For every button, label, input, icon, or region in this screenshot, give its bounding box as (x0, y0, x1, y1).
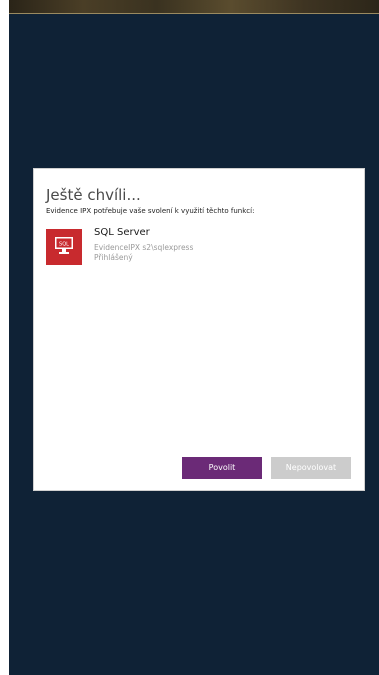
taskbar-image-strip (9, 0, 379, 14)
capability-name: SQL Server (94, 227, 150, 238)
dialog-title: Ještě chvíli... (46, 186, 141, 204)
capability-item-sql-server: SQL SQL Server EvidenceIPX s2\sqlexpress… (46, 227, 346, 273)
capability-detail: EvidenceIPX s2\sqlexpress (94, 243, 194, 252)
database-monitor-icon: SQL (46, 229, 82, 265)
deny-button[interactable]: Nepovolovat (271, 457, 351, 479)
permission-dialog: Ještě chvíli... Evidence IPX potřebuje v… (33, 168, 365, 491)
icon-label: SQL (59, 242, 69, 248)
app-window: Ještě chvíli... Evidence IPX potřebuje v… (9, 0, 379, 675)
allow-button[interactable]: Povolit (182, 457, 262, 479)
capability-status: Přihlášený (94, 253, 133, 262)
strip-divider (9, 13, 379, 14)
dialog-subtitle: Evidence IPX potřebuje vaše svolení k vy… (46, 207, 255, 215)
